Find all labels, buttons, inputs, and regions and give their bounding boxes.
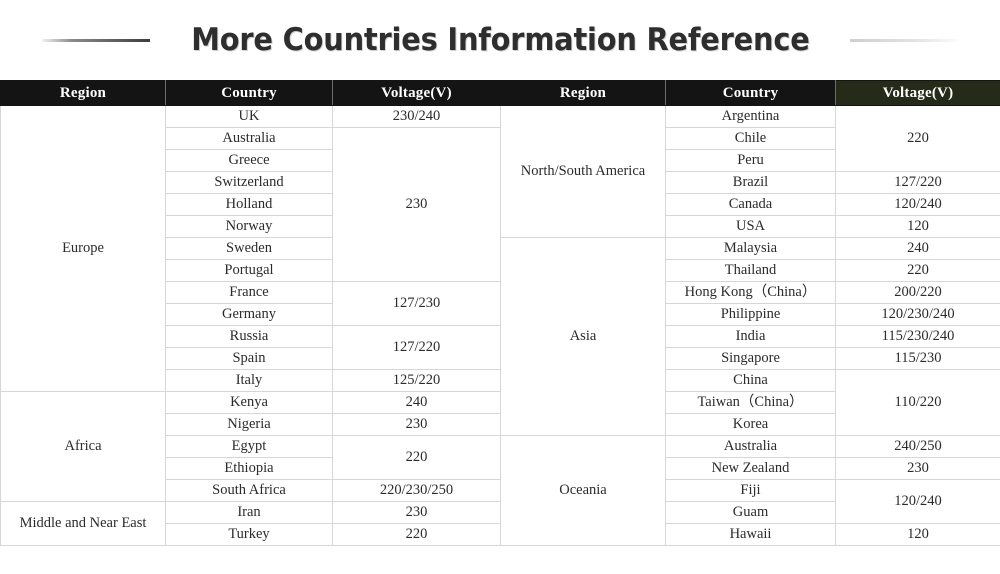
header-region: Region xyxy=(0,80,166,106)
voltage-cell: 230 xyxy=(332,501,501,524)
right-table-panel: Region Country Voltage(V) North/South Am… xyxy=(500,80,1000,550)
country-cell: Sweden xyxy=(165,237,333,260)
country-cell: New Zealand xyxy=(665,457,836,480)
left-table-panel: Region Country Voltage(V) Europe UK 230/24… xyxy=(0,80,501,550)
voltage-cell: 230/240 xyxy=(332,105,501,128)
country-cell: France xyxy=(165,281,333,304)
voltage-cell: 230 xyxy=(332,127,501,282)
country-cell: Turkey xyxy=(165,523,333,546)
country-cell: Ethiopia xyxy=(165,457,333,480)
voltage-cell: 220 xyxy=(835,105,1000,172)
table-row: North/South America Argentina 220 xyxy=(500,105,1000,238)
table-header-row: Region Country Voltage(V) xyxy=(500,80,1000,106)
region-cell: North/South America xyxy=(500,105,666,238)
country-cell: Spain xyxy=(165,347,333,370)
voltage-cell: 115/230 xyxy=(835,347,1000,370)
voltage-cell: 110/220 xyxy=(835,369,1000,436)
country-cell: Korea xyxy=(665,413,836,436)
country-cell: Guam xyxy=(665,501,836,524)
country-cell: USA xyxy=(665,215,836,238)
right-voltage-table: Region Country Voltage(V) North/South Am… xyxy=(500,80,1000,546)
title-bar: More Countries Information Reference xyxy=(0,0,1000,80)
country-cell: Holland xyxy=(165,193,333,216)
country-cell: Thailand xyxy=(665,259,836,282)
voltage-cell: 200/220 xyxy=(835,281,1000,304)
table-row: Europe UK 230/240 xyxy=(0,105,501,392)
table-row: Middle and Near East Iran 230 xyxy=(0,501,501,546)
header-country: Country xyxy=(665,80,836,106)
title-rule-left xyxy=(41,38,150,42)
left-table-body: Europe UK 230/240 Australia 230 Greece Switzer… xyxy=(0,105,501,546)
voltage-cell: 230 xyxy=(835,457,1000,480)
country-cell: China xyxy=(665,369,836,392)
voltage-cell: 240 xyxy=(835,237,1000,260)
country-cell: Norway xyxy=(165,215,333,238)
voltage-cell: 120/230/240 xyxy=(835,303,1000,326)
left-voltage-table: Region Country Voltage(V) Europe UK 230/24… xyxy=(0,80,501,546)
region-cell: Africa xyxy=(0,391,166,502)
country-cell: Hawaii xyxy=(665,523,836,546)
region-cell: Oceania xyxy=(500,435,666,546)
country-cell: Greece xyxy=(165,149,333,172)
country-cell: Hong Kong（China） xyxy=(665,281,836,304)
country-cell: Chile xyxy=(665,127,836,150)
country-cell: Canada xyxy=(665,193,836,216)
voltage-cell: 127/220 xyxy=(835,171,1000,194)
voltage-cell: 240/250 xyxy=(835,435,1000,458)
voltage-cell: 120/240 xyxy=(835,193,1000,216)
country-cell: Malaysia xyxy=(665,237,836,260)
right-table-body: North/South America Argentina 220 Chile Peru… xyxy=(500,105,1000,546)
voltage-cell: 120 xyxy=(835,215,1000,238)
table-row: Asia Malaysia 240 xyxy=(500,237,1000,436)
voltage-cell: 127/230 xyxy=(332,281,501,326)
table-row: Africa Kenya 240 xyxy=(0,391,501,502)
country-cell: Russia xyxy=(165,325,333,348)
country-cell: India xyxy=(665,325,836,348)
voltage-cell: 120 xyxy=(835,523,1000,546)
country-cell: Philippine xyxy=(665,303,836,326)
voltage-cell: 220 xyxy=(332,523,501,546)
voltage-cell: 220/230/250 xyxy=(332,479,501,502)
header-region: Region xyxy=(500,80,666,106)
country-cell: Australia xyxy=(165,127,333,150)
country-cell: Singapore xyxy=(665,347,836,370)
region-cell: Middle and Near East xyxy=(0,501,166,546)
title-rule-right xyxy=(850,38,959,42)
country-cell: Italy xyxy=(165,369,333,392)
country-cell: Brazil xyxy=(665,171,836,194)
voltage-cell: 120/240 xyxy=(835,479,1000,524)
region-cell: Europe xyxy=(0,105,166,392)
country-cell: Nigeria xyxy=(165,413,333,436)
header-country: Country xyxy=(165,80,333,106)
voltage-cell: 220 xyxy=(332,435,501,480)
table-header-row: Region Country Voltage(V) xyxy=(0,80,501,106)
voltage-cell: 220 xyxy=(835,259,1000,282)
country-cell: Taiwan（China） xyxy=(665,391,836,414)
country-cell: Portugal xyxy=(165,259,333,282)
country-cell: Germany xyxy=(165,303,333,326)
voltage-reference-tables: Region Country Voltage(V) Europe UK 230/24… xyxy=(0,80,1000,550)
country-cell: Argentina xyxy=(665,105,836,128)
country-cell: Australia xyxy=(665,435,836,458)
voltage-cell: 240 xyxy=(332,391,501,414)
country-cell: Fiji xyxy=(665,479,836,502)
country-cell: Peru xyxy=(665,149,836,172)
country-cell: Kenya xyxy=(165,391,333,414)
region-cell: Asia xyxy=(500,237,666,436)
voltage-cell: 125/220 xyxy=(332,369,501,392)
page-title: More Countries Information Reference xyxy=(190,22,810,58)
country-cell: Switzerland xyxy=(165,171,333,194)
header-voltage: Voltage(V) xyxy=(835,80,1000,106)
header-voltage: Voltage(V) xyxy=(332,80,501,106)
country-cell: South Africa xyxy=(165,479,333,502)
country-cell: Iran xyxy=(165,501,333,524)
voltage-cell: 127/220 xyxy=(332,325,501,370)
country-cell: UK xyxy=(165,105,333,128)
voltage-cell: 230 xyxy=(332,413,501,436)
country-cell: Egypt xyxy=(165,435,333,458)
voltage-cell: 115/230/240 xyxy=(835,325,1000,348)
table-row: Oceania Australia 240/250 xyxy=(500,435,1000,546)
